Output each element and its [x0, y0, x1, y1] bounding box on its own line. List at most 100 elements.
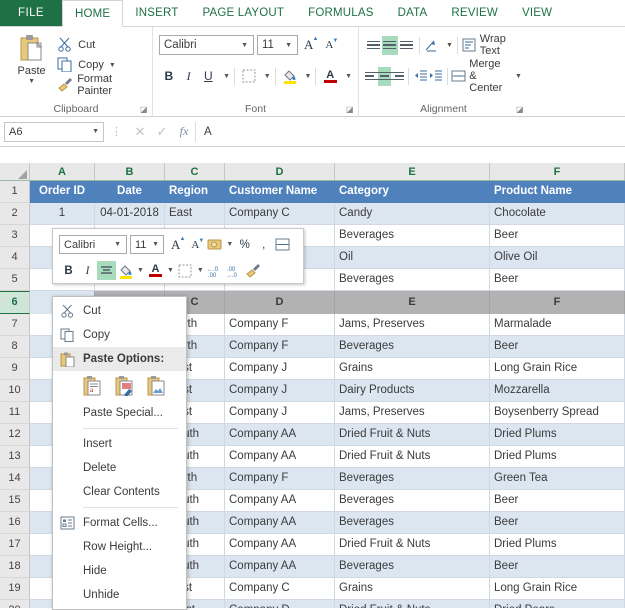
- merge-center-button[interactable]: Merge & Center ▼: [451, 58, 522, 94]
- menu-item-copy[interactable]: Copy: [53, 323, 186, 347]
- cell-F12[interactable]: Dried Plums: [490, 424, 625, 446]
- cell-D9[interactable]: Company J: [225, 358, 335, 380]
- mini-format-painter-button[interactable]: [244, 261, 263, 280]
- menu-item-unhide[interactable]: Unhide: [53, 583, 186, 607]
- mini-grow-font-button[interactable]: A ▲: [171, 236, 185, 253]
- cell-B1[interactable]: Date: [95, 181, 165, 203]
- chevron-down-icon[interactable]: ▼: [238, 42, 251, 49]
- menu-item-format-cells[interactable]: Format Cells...: [53, 511, 186, 535]
- cell-F17[interactable]: Dried Plums: [490, 534, 625, 556]
- comma-style-button[interactable]: ,: [254, 235, 273, 254]
- align-right-button[interactable]: [391, 67, 404, 86]
- menu-item-cut[interactable]: Cut: [53, 299, 186, 323]
- row-header-20[interactable]: 20: [0, 600, 30, 608]
- accounting-format-button[interactable]: [205, 235, 224, 254]
- name-box[interactable]: A6 ▼: [4, 121, 104, 142]
- orientation-button[interactable]: [424, 35, 441, 55]
- cell-F18[interactable]: Beer: [490, 556, 625, 578]
- cell-E18[interactable]: Beverages: [335, 556, 490, 578]
- cell-B2[interactable]: 04-01-2018: [95, 203, 165, 225]
- cell-E6[interactable]: [335, 291, 490, 314]
- cell-E15[interactable]: Beverages: [335, 490, 490, 512]
- font-dialog-launcher-icon[interactable]: ◪: [346, 105, 355, 114]
- align-center-button[interactable]: [378, 66, 391, 86]
- alignment-dialog-launcher-icon[interactable]: ◪: [516, 105, 525, 114]
- cell-D17[interactable]: Company AA: [225, 534, 335, 556]
- mini-shrink-font-button[interactable]: A ▼: [191, 238, 204, 251]
- row-header-2[interactable]: 2: [0, 203, 30, 225]
- ribbon-tab-home[interactable]: HOME: [62, 0, 124, 27]
- align-middle-button[interactable]: [381, 35, 399, 55]
- column-header-F[interactable]: F: [490, 163, 625, 180]
- row-header-9[interactable]: 9: [0, 358, 30, 380]
- select-all-corner[interactable]: [0, 163, 30, 180]
- cell-F7[interactable]: Marmalade: [490, 314, 625, 336]
- column-header-D[interactable]: D: [225, 163, 335, 180]
- mini-font-color-button[interactable]: A: [146, 261, 165, 280]
- cell-F9[interactable]: Long Grain Rice: [490, 358, 625, 380]
- mini-merge-center-button[interactable]: [273, 235, 292, 254]
- cell-E8[interactable]: Beverages: [335, 336, 490, 358]
- mini-borders-button[interactable]: [176, 261, 195, 280]
- row-header-4[interactable]: 4: [0, 247, 30, 269]
- cell-D2[interactable]: Company C: [225, 203, 335, 225]
- chevron-down-icon[interactable]: ▼: [111, 241, 124, 248]
- row-header-6[interactable]: 6: [0, 291, 30, 314]
- formula-input[interactable]: A: [195, 121, 621, 142]
- column-header-E[interactable]: E: [335, 163, 490, 180]
- column-header-C[interactable]: C: [165, 163, 225, 180]
- shrink-font-button[interactable]: A ▼: [325, 38, 338, 51]
- cell-F11[interactable]: Boysenberry Spread: [490, 402, 625, 424]
- menu-item-hide[interactable]: Hide: [53, 559, 186, 583]
- chevron-down-icon[interactable]: ▼: [304, 73, 311, 80]
- cell-E19[interactable]: Grains: [335, 578, 490, 600]
- cell-E16[interactable]: Beverages: [335, 512, 490, 534]
- chevron-down-icon[interactable]: ▼: [264, 73, 271, 80]
- cell-F6[interactable]: [490, 291, 625, 314]
- menu-item-insert[interactable]: Insert: [53, 432, 186, 456]
- chevron-down-icon[interactable]: ▼: [167, 267, 174, 274]
- cell-D18[interactable]: Company AA: [225, 556, 335, 578]
- chevron-down-icon[interactable]: ▼: [28, 78, 35, 86]
- chevron-down-icon[interactable]: ▼: [515, 73, 522, 80]
- menu-item-row-height[interactable]: Row Height...: [53, 535, 186, 559]
- row-header-8[interactable]: 8: [0, 336, 30, 358]
- menu-item-delete[interactable]: Delete: [53, 456, 186, 480]
- chevron-down-icon[interactable]: ▼: [282, 42, 295, 49]
- borders-button[interactable]: [239, 66, 259, 86]
- format-painter-button[interactable]: Format Painter: [57, 73, 146, 97]
- align-left-button[interactable]: [365, 67, 378, 86]
- align-bottom-button[interactable]: [398, 36, 415, 55]
- italic-button[interactable]: I: [179, 66, 199, 86]
- mini-fill-color-button[interactable]: [116, 261, 135, 280]
- row-header-12[interactable]: 12: [0, 424, 30, 446]
- cell-E1[interactable]: Category: [335, 181, 490, 203]
- cell-E9[interactable]: Grains: [335, 358, 490, 380]
- chevron-down-icon[interactable]: ▼: [226, 241, 233, 248]
- cell-F19[interactable]: Long Grain Rice: [490, 578, 625, 600]
- mini-font-name-box[interactable]: Calibri ▼: [59, 235, 127, 254]
- chevron-down-icon[interactable]: ▼: [197, 267, 204, 274]
- table-row[interactable]: 2 1 04-01-2018 East Company C Candy Chocolate: [0, 203, 625, 225]
- cut-button[interactable]: Cut: [57, 35, 146, 55]
- cell-F15[interactable]: Beer: [490, 490, 625, 512]
- menu-item-paste-special[interactable]: Paste Special...: [53, 401, 186, 425]
- mini-align-center-button[interactable]: [97, 261, 116, 280]
- cell-E3[interactable]: Beverages: [335, 225, 490, 247]
- chevron-down-icon[interactable]: ▼: [109, 62, 116, 69]
- cell-D16[interactable]: Company AA: [225, 512, 335, 534]
- ribbon-tab-insert[interactable]: INSERT: [123, 0, 190, 26]
- cell-F5[interactable]: Beer: [490, 269, 625, 291]
- cell-D12[interactable]: Company AA: [225, 424, 335, 446]
- paste-picture-icon[interactable]: [147, 375, 167, 397]
- enter-formula-button[interactable]: ✓: [151, 124, 173, 140]
- cell-D11[interactable]: Company J: [225, 402, 335, 424]
- cell-F8[interactable]: Beer: [490, 336, 625, 358]
- grow-font-button[interactable]: A ▲: [304, 36, 318, 53]
- row-header-5[interactable]: 5: [0, 269, 30, 291]
- row-header-15[interactable]: 15: [0, 490, 30, 512]
- copy-button[interactable]: Copy ▼: [57, 55, 146, 75]
- cell-E4[interactable]: Oil: [335, 247, 490, 269]
- table-header-row[interactable]: 1 Order ID Date Region Customer Name Category…: [0, 181, 625, 203]
- row-header-14[interactable]: 14: [0, 468, 30, 490]
